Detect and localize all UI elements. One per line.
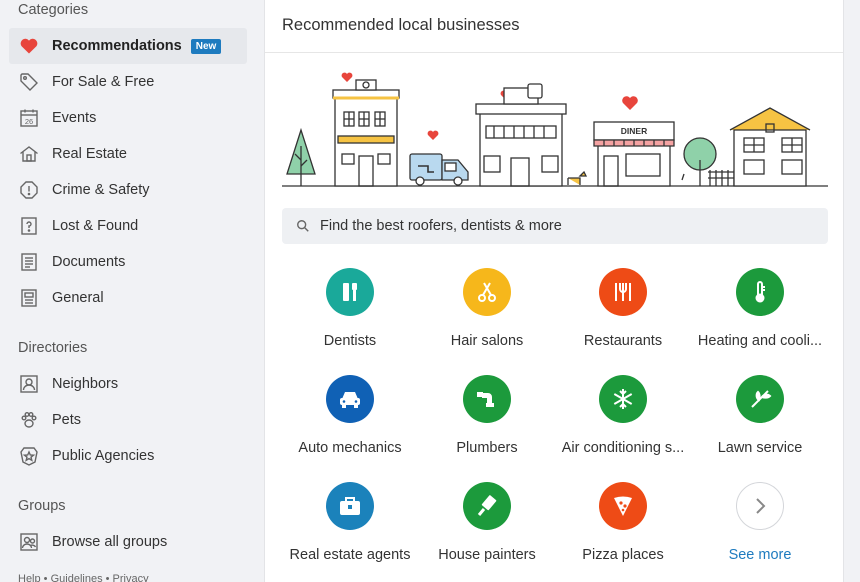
directories-heading: Directories <box>18 340 88 356</box>
fork-knife-icon <box>599 268 647 316</box>
page-title: Recommended local businesses <box>265 0 843 53</box>
sidebar-item-lost-found[interactable]: Lost & Found <box>9 208 247 244</box>
category-house-painters[interactable]: House painters <box>419 482 555 563</box>
category-label: Dentists <box>323 333 377 349</box>
chevron-right-icon <box>736 482 784 530</box>
sidebar-item-public-agencies[interactable]: Public Agencies <box>9 438 247 474</box>
sidebar: Categories Recommendations New For Sale … <box>0 0 264 582</box>
svg-text:26: 26 <box>25 117 33 126</box>
briefcase-icon <box>326 482 374 530</box>
footer-links[interactable]: Help • Guidelines • Privacy <box>0 573 149 582</box>
neighborhood-illustration: DINER <box>282 72 828 187</box>
paint-roller-icon <box>463 482 511 530</box>
category-label: House painters <box>438 547 536 563</box>
category-auto-mechanics[interactable]: Auto mechanics <box>282 375 418 456</box>
categories-heading: Categories <box>18 2 89 18</box>
paw-icon <box>18 409 40 431</box>
sidebar-item-neighbors[interactable]: Neighbors <box>9 366 247 402</box>
scissors-icon <box>463 268 511 316</box>
document-icon <box>18 251 40 273</box>
sidebar-item-label: Public Agencies <box>52 448 155 464</box>
category-air-conditioning[interactable]: Air conditioning s... <box>555 375 691 456</box>
snowflake-icon <box>599 375 647 423</box>
sidebar-item-pets[interactable]: Pets <box>9 402 247 438</box>
category-label: Auto mechanics <box>298 440 402 456</box>
search-input[interactable] <box>320 218 800 234</box>
category-real-estate-agents[interactable]: Real estate agents <box>282 482 418 563</box>
sidebar-item-label: For Sale & Free <box>52 74 155 90</box>
sidebar-item-events[interactable]: 26 Events <box>9 100 247 136</box>
search-bar[interactable] <box>282 208 828 244</box>
sidebar-item-label: Real Estate <box>52 146 127 162</box>
sidebar-item-label: Crime & Safety <box>52 182 150 198</box>
category-dentists[interactable]: Dentists <box>282 268 418 349</box>
sidebar-item-real-estate[interactable]: Real Estate <box>9 136 247 172</box>
category-label: Restaurants <box>583 333 663 349</box>
category-plumbers[interactable]: Plumbers <box>419 375 555 456</box>
category-label: Real estate agents <box>289 547 411 563</box>
category-pizza-places[interactable]: Pizza places <box>555 482 691 563</box>
sidebar-item-browse-groups[interactable]: Browse all groups <box>9 524 247 560</box>
sidebar-item-label: Pets <box>52 412 82 428</box>
category-heating[interactable]: Heating and cooli... <box>692 268 828 349</box>
heart-icon <box>18 35 40 57</box>
car-icon <box>326 375 374 423</box>
sidebar-item-crime-safety[interactable]: Crime & Safety <box>9 172 247 208</box>
sidebar-item-label: Lost & Found <box>52 218 139 234</box>
category-label: Plumbers <box>456 440 518 456</box>
sidebar-item-label: Browse all groups <box>52 534 168 550</box>
sidebar-item-label: Documents <box>52 254 126 270</box>
sidebar-item-label: Events <box>52 110 97 126</box>
see-more-button[interactable]: See more <box>692 482 828 563</box>
sidebar-item-for-sale[interactable]: For Sale & Free <box>9 64 247 100</box>
house-icon <box>18 143 40 165</box>
lawn-icon <box>736 375 784 423</box>
alert-icon <box>18 179 40 201</box>
pizza-icon <box>599 482 647 530</box>
new-badge: New <box>190 38 222 54</box>
group-icon <box>18 531 40 553</box>
category-hair-salons[interactable]: Hair salons <box>419 268 555 349</box>
category-label: Lawn service <box>717 440 803 456</box>
see-more-label: See more <box>728 547 792 563</box>
newspaper-icon <box>18 287 40 309</box>
category-label: Heating and cooli... <box>697 333 823 349</box>
dentist-icon <box>326 268 374 316</box>
sidebar-item-recommendations[interactable]: Recommendations New <box>9 28 247 64</box>
pipe-icon <box>463 375 511 423</box>
tag-icon <box>18 71 40 93</box>
badge-icon <box>18 445 40 467</box>
groups-heading: Groups <box>18 498 66 514</box>
sidebar-item-general[interactable]: General <box>9 280 247 316</box>
main-panel: Recommended local businesses DINER Find … <box>264 0 844 582</box>
calendar-icon: 26 <box>18 107 40 129</box>
sidebar-item-label: General <box>52 290 104 306</box>
category-restaurants[interactable]: Restaurants <box>555 268 691 349</box>
sidebar-item-documents[interactable]: Documents <box>9 244 247 280</box>
category-label: Air conditioning s... <box>561 440 685 456</box>
thermometer-icon <box>736 268 784 316</box>
category-label: Pizza places <box>582 547 664 563</box>
question-icon <box>18 215 40 237</box>
category-lawn-service[interactable]: Lawn service <box>692 375 828 456</box>
search-icon <box>296 218 312 234</box>
sidebar-item-label: Neighbors <box>52 376 119 392</box>
diner-sign: DINER <box>621 126 647 136</box>
category-label: Hair salons <box>450 333 524 349</box>
person-icon <box>18 373 40 395</box>
sidebar-item-label: Recommendations <box>52 38 182 54</box>
